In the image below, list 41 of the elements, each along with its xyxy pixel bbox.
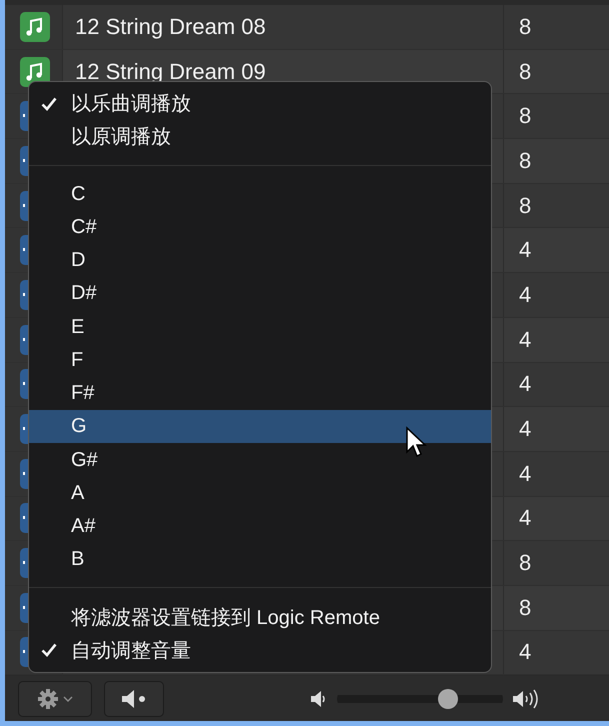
loop-name: 12 String Dream 09: [75, 58, 266, 85]
beat-count: 4: [519, 505, 532, 532]
beat-count: 8: [519, 594, 532, 621]
music-note-icon: [20, 12, 50, 42]
speaker-button[interactable]: [104, 680, 164, 716]
menu-item[interactable]: 以乐曲调播放: [29, 87, 491, 120]
menu-item[interactable]: B: [29, 543, 491, 576]
music-note-icon: [20, 56, 50, 87]
menu-item[interactable]: C: [29, 177, 491, 211]
beat-count: 4: [519, 326, 532, 353]
beat-count: 4: [519, 237, 532, 264]
menu-item[interactable]: D: [29, 244, 491, 278]
beat-count: 8: [519, 14, 532, 40]
menu-item[interactable]: A: [29, 476, 491, 510]
beat-count: 8: [519, 550, 532, 576]
gear-icon: [37, 688, 73, 710]
beat-count: 8: [519, 58, 532, 85]
menu-item[interactable]: F: [29, 344, 491, 377]
settings-button[interactable]: [18, 680, 92, 716]
check-icon: [41, 96, 57, 111]
loop-name: 12 String Dream 08: [75, 14, 266, 40]
beat-count: 4: [519, 460, 532, 487]
beat-count: 4: [519, 416, 532, 442]
check-icon: [41, 643, 57, 658]
menu-item[interactable]: F#: [29, 376, 491, 410]
cursor-icon: [405, 426, 427, 458]
menu-item[interactable]: A#: [29, 510, 491, 544]
menu-item[interactable]: G: [29, 410, 491, 444]
beat-count: 4: [519, 282, 532, 308]
menu-item[interactable]: E: [29, 310, 491, 344]
menu-item[interactable]: C#: [29, 210, 491, 244]
menu-item[interactable]: G#: [29, 443, 491, 477]
menu-item[interactable]: 将滤波器设置链接到 Logic Remote: [29, 600, 491, 634]
beat-count: 4: [519, 371, 532, 398]
menu-item[interactable]: 以原调播放: [29, 120, 491, 154]
menu-item[interactable]: D#: [29, 277, 491, 310]
beat-count: 8: [519, 148, 532, 174]
beat-count: 4: [519, 639, 532, 666]
menu-item[interactable]: 自动调整音量: [29, 634, 491, 667]
beat-count: 8: [519, 192, 532, 219]
beat-count: 8: [519, 103, 532, 130]
